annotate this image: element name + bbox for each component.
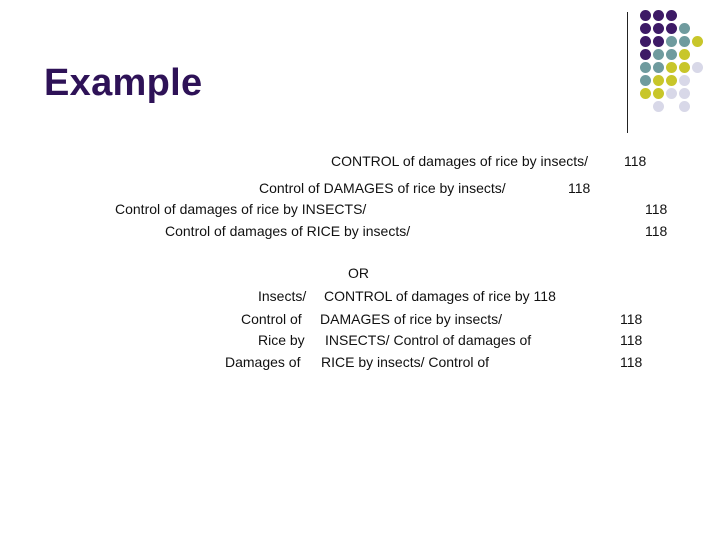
- decorative-dot: [679, 75, 690, 86]
- kwic-keyword-context: DAMAGES of rice by insects/: [320, 311, 503, 327]
- decorative-dot: [679, 49, 690, 60]
- decorative-dot: [653, 62, 664, 73]
- decorative-dot: [666, 10, 677, 21]
- index-entry-text: Control of DAMAGES of rice by insects/: [259, 180, 506, 196]
- decorative-dot: [640, 88, 651, 99]
- decorative-dot: [653, 36, 664, 47]
- decorative-dot: [692, 62, 703, 73]
- kwic-page: 118: [620, 311, 643, 327]
- decorative-dot: [640, 10, 651, 21]
- index-entry-text: Control of damages of RICE by insects/: [165, 223, 411, 239]
- decorative-dot: [640, 75, 651, 86]
- decorative-dot: [653, 88, 664, 99]
- decorative-dot: [653, 101, 664, 112]
- index-entry-page: 118: [645, 223, 668, 239]
- slide: Example CONTROL of damages of rice by in…: [0, 0, 720, 540]
- kwic-keyword-context: INSECTS/ Control of damages of: [325, 332, 532, 348]
- index-entry-page: 118: [624, 153, 647, 169]
- index-entry-page: 118: [568, 180, 591, 196]
- decorative-dot: [679, 23, 690, 34]
- decorative-dot: [666, 36, 677, 47]
- decorative-dot: [666, 49, 677, 60]
- decorative-dot: [679, 101, 690, 112]
- decorative-dot: [640, 23, 651, 34]
- index-entry-text: CONTROL of damages of rice by insects/: [331, 153, 589, 169]
- kwic-page: 118: [620, 332, 643, 348]
- kwic-keyword-context: CONTROL of damages of rice by 118: [324, 288, 556, 304]
- kwic-keyword-context: RICE by insects/ Control of: [321, 354, 490, 370]
- decorative-dot: [653, 23, 664, 34]
- decorative-dot: [679, 88, 690, 99]
- kwic-left-context: Damages of: [225, 354, 301, 370]
- decorative-dot: [640, 62, 651, 73]
- kwic-page: 118: [620, 354, 643, 370]
- decorative-dot: [666, 75, 677, 86]
- decorative-dot: [653, 75, 664, 86]
- kwic-left-context: Control of: [241, 311, 302, 327]
- kwic-left-context: Insects/: [258, 288, 307, 304]
- decorative-dot: [692, 36, 703, 47]
- index-entry-page: 118: [645, 201, 668, 217]
- decorative-dot: [640, 49, 651, 60]
- title-divider-line: [627, 12, 628, 133]
- decorative-dot: [653, 49, 664, 60]
- decorative-dot: [679, 62, 690, 73]
- slide-title: Example: [44, 62, 203, 104]
- decorative-dot: [653, 10, 664, 21]
- or-label: OR: [348, 265, 369, 281]
- decorative-dot: [666, 23, 677, 34]
- decorative-dot: [640, 36, 651, 47]
- decorative-dot-grid: [640, 10, 720, 120]
- decorative-dot: [666, 62, 677, 73]
- decorative-dot: [679, 36, 690, 47]
- decorative-dot: [666, 88, 677, 99]
- kwic-left-context: Rice by: [258, 332, 305, 348]
- index-entry-text: Control of damages of rice by INSECTS/: [115, 201, 367, 217]
